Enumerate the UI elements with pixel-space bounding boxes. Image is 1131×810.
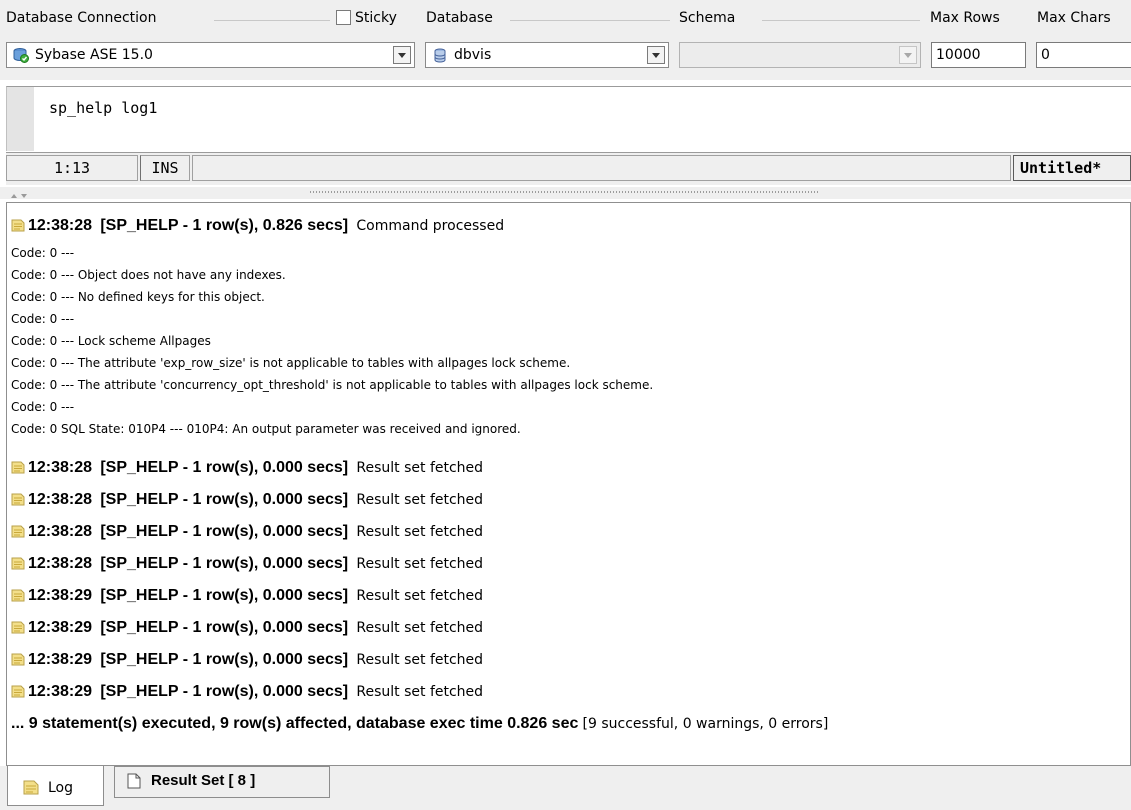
document-icon	[127, 773, 141, 793]
log-message: Result set fetched	[356, 524, 484, 540]
tab-result-set[interactable]: Result Set [ 8 ]	[114, 766, 330, 798]
cursor-position: 1:13	[6, 155, 138, 181]
log-message: Result set fetched	[356, 684, 484, 700]
output-tab-bar: Log Result Set [ 8 ]	[0, 766, 1131, 810]
log-code-line: Code: 0 ---	[11, 312, 75, 326]
database-select[interactable]: dbvis	[425, 42, 669, 68]
log-timestamp: 12:38:28	[28, 459, 93, 476]
log-detail: [SP_HELP - 1 row(s), 0.000 secs]	[100, 459, 349, 476]
max-chars-input[interactable]: 0	[1036, 42, 1131, 68]
sql-text[interactable]: sp_help log1	[49, 99, 157, 117]
log-message: Command processed	[356, 218, 505, 234]
database-label: Database	[426, 10, 493, 26]
log-entry: 12:38:28 [SP_HELP - 1 row(s), 0.000 secs…	[11, 491, 483, 509]
log-entry: 12:38:28 [SP_HELP - 1 row(s), 0.000 secs…	[11, 459, 483, 477]
sybase-db-icon	[13, 47, 29, 63]
divider	[762, 20, 920, 21]
sql-editor[interactable]: sp_help log1	[6, 86, 1131, 151]
log-detail: [SP_HELP - 1 row(s), 0.000 secs]	[100, 555, 349, 572]
summary-counts: [9 successful, 0 warnings, 0 errors]	[582, 716, 829, 732]
log-message: Result set fetched	[356, 652, 484, 668]
max-chars-label: Max Chars	[1037, 10, 1111, 26]
log-code-line: Code: 0 SQL State: 010P4 --- 010P4: An o…	[11, 422, 521, 436]
log-entry: 12:38:29 [SP_HELP - 1 row(s), 0.000 secs…	[11, 587, 483, 605]
note-icon	[11, 460, 25, 474]
log-entry: 12:38:28 [SP_HELP - 1 row(s), 0.826 secs…	[11, 217, 504, 235]
log-message: Result set fetched	[356, 460, 484, 476]
sticky-label: Sticky	[355, 10, 397, 26]
note-icon	[11, 684, 25, 698]
status-spacer	[192, 155, 1011, 181]
log-summary: ... 9 statement(s) executed, 9 row(s) af…	[11, 715, 828, 733]
log-detail: [SP_HELP - 1 row(s), 0.000 secs]	[100, 651, 349, 668]
log-code-line: Code: 0 ---	[11, 246, 75, 260]
schema-select[interactable]	[679, 42, 921, 68]
log-code-line: Code: 0 --- No defined keys for this obj…	[11, 290, 265, 304]
tab-log[interactable]: Log	[7, 766, 104, 806]
log-timestamp: 12:38:28	[28, 555, 93, 572]
execution-log: 12:38:28 [SP_HELP - 1 row(s), 0.826 secs…	[6, 202, 1131, 766]
log-message: Result set fetched	[356, 492, 484, 508]
note-icon	[11, 588, 25, 602]
max-rows-label: Max Rows	[930, 10, 1000, 26]
max-rows-input[interactable]: 10000	[931, 42, 1026, 68]
log-entry: 12:38:29 [SP_HELP - 1 row(s), 0.000 secs…	[11, 619, 483, 637]
log-timestamp: 12:38:28	[28, 217, 93, 234]
note-icon	[11, 652, 25, 666]
connection-toolbar: Database Connection Sticky Database Sche…	[0, 0, 1131, 80]
log-code-line: Code: 0 --- Object does not have any ind…	[11, 268, 286, 282]
database-value: dbvis	[454, 47, 492, 63]
chevron-down-icon[interactable]	[647, 46, 665, 64]
database-connection-label: Database Connection	[6, 10, 157, 26]
note-icon	[11, 524, 25, 538]
insert-mode-indicator: INS	[140, 155, 190, 181]
log-message: Result set fetched	[356, 588, 484, 604]
log-timestamp: 12:38:29	[28, 619, 93, 636]
log-detail: [SP_HELP - 1 row(s), 0.000 secs]	[100, 619, 349, 636]
log-timestamp: 12:38:29	[28, 651, 93, 668]
connection-value: Sybase ASE 15.0	[35, 47, 153, 63]
database-icon	[434, 48, 446, 63]
log-detail: [SP_HELP - 1 row(s), 0.000 secs]	[100, 523, 349, 540]
tab-log-label: Log	[48, 780, 74, 796]
divider	[510, 20, 670, 21]
note-icon	[11, 492, 25, 506]
note-icon	[23, 779, 39, 799]
log-timestamp: 12:38:28	[28, 523, 93, 540]
database-connection-select[interactable]: Sybase ASE 15.0	[6, 42, 415, 68]
chevron-down-icon[interactable]	[899, 46, 917, 64]
log-detail: [SP_HELP - 1 row(s), 0.826 secs]	[100, 217, 349, 234]
note-icon	[11, 620, 25, 634]
log-message: Result set fetched	[356, 620, 484, 636]
sticky-checkbox[interactable]	[336, 10, 351, 25]
log-detail: [SP_HELP - 1 row(s), 0.000 secs]	[100, 587, 349, 604]
editor-gutter	[7, 87, 34, 151]
splitter[interactable]	[0, 187, 1131, 199]
log-entry: 12:38:29 [SP_HELP - 1 row(s), 0.000 secs…	[11, 683, 483, 701]
note-icon	[11, 218, 25, 232]
log-timestamp: 12:38:29	[28, 683, 93, 700]
summary-text: ... 9 statement(s) executed, 9 row(s) af…	[11, 715, 579, 732]
log-code-line: Code: 0 --- The attribute 'exp_row_size'…	[11, 356, 571, 370]
collapse-up-icon[interactable]	[10, 188, 32, 203]
log-timestamp: 12:38:29	[28, 587, 93, 604]
editor-status-bar: 1:13 INS Untitled*	[6, 152, 1131, 185]
log-code-line: Code: 0 --- The attribute 'concurrency_o…	[11, 378, 654, 392]
log-entry: 12:38:28 [SP_HELP - 1 row(s), 0.000 secs…	[11, 555, 483, 573]
splitter-grip[interactable]	[310, 191, 820, 193]
divider	[214, 20, 330, 21]
log-code-line: Code: 0 --- Lock scheme Allpages	[11, 334, 211, 348]
note-icon	[11, 556, 25, 570]
schema-label: Schema	[679, 10, 736, 26]
log-entry: 12:38:29 [SP_HELP - 1 row(s), 0.000 secs…	[11, 651, 483, 669]
log-code-line: Code: 0 ---	[11, 400, 75, 414]
log-message: Result set fetched	[356, 556, 484, 572]
chevron-down-icon[interactable]	[393, 46, 411, 64]
document-title: Untitled*	[1013, 155, 1131, 181]
log-detail: [SP_HELP - 1 row(s), 0.000 secs]	[100, 683, 349, 700]
log-timestamp: 12:38:28	[28, 491, 93, 508]
log-detail: [SP_HELP - 1 row(s), 0.000 secs]	[100, 491, 349, 508]
log-entry: 12:38:28 [SP_HELP - 1 row(s), 0.000 secs…	[11, 523, 483, 541]
tab-result-set-label: Result Set [ 8 ]	[151, 772, 256, 789]
